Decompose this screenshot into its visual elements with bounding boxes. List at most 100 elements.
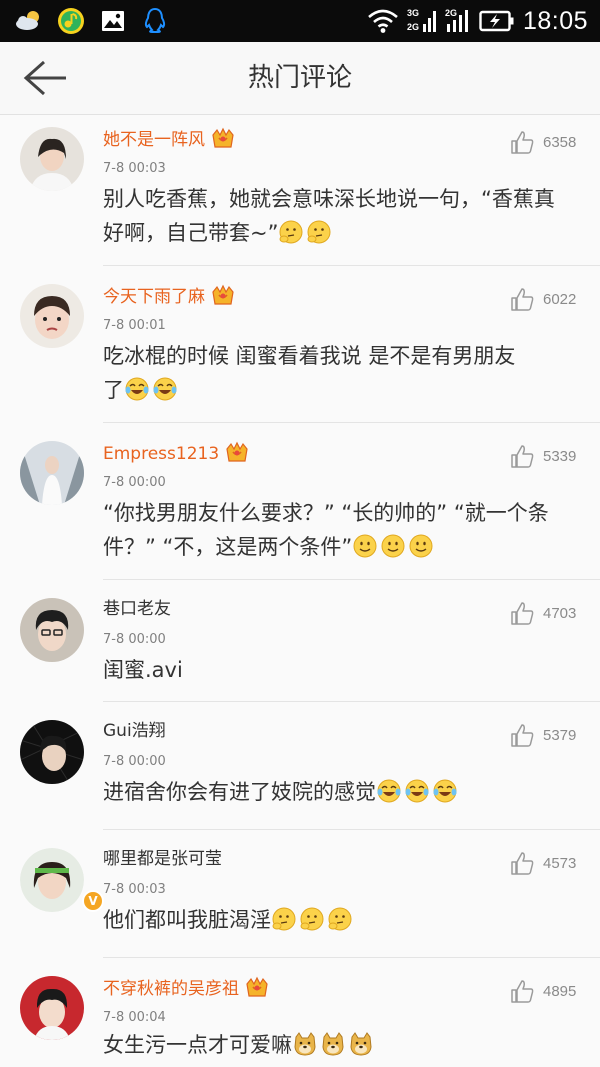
comment-text-line2-wrap: 好啊，自己带套~” xyxy=(103,216,573,250)
signal-2g-icon: 2G xyxy=(445,8,468,32)
laugh-cry-emoji-icon xyxy=(377,779,401,803)
smile-emoji-icon xyxy=(353,534,377,558)
vip-crown-icon xyxy=(212,127,234,148)
status-bar: 3G 2G 2G 18:05 xyxy=(0,0,600,42)
thumbs-up-icon xyxy=(511,602,534,625)
gallery-icon xyxy=(102,11,124,31)
thumbs-up-icon xyxy=(511,445,534,468)
username-text: Gui浩翔 xyxy=(103,721,166,741)
vip-crown-icon xyxy=(212,284,234,305)
comment-text-line1: 女生污一点才可爱嘛 xyxy=(103,1033,292,1057)
thumbs-up-icon xyxy=(511,288,534,311)
username[interactable]: 今天下雨了麻 xyxy=(103,284,235,308)
username[interactable]: 她不是一阵风 xyxy=(103,127,235,151)
laugh-cry-emoji-icon xyxy=(125,377,149,401)
music-app-icon xyxy=(58,8,84,34)
vip-crown-icon xyxy=(246,976,268,997)
comment-item: 今天下雨了麻 7-8 00:01 6022 吃冰棍的时候 闺蜜看着我说 是不是有… xyxy=(20,266,600,423)
thumbs-up-icon xyxy=(511,724,534,747)
wifi-icon xyxy=(368,9,398,33)
comment-text: 女生污一点才可爱嘛 xyxy=(103,1028,573,1062)
like-count: 5379 xyxy=(543,727,577,744)
like-count: 4895 xyxy=(543,983,577,1000)
thinking-emoji-icon xyxy=(307,220,331,244)
username-text: 她不是一阵风 xyxy=(103,130,205,150)
thumbs-up-icon xyxy=(511,852,534,875)
username-text: 今天下雨了麻 xyxy=(103,287,205,307)
like-count: 6358 xyxy=(543,134,577,151)
thumbs-up-icon xyxy=(511,980,534,1003)
smile-emoji-icon xyxy=(409,534,433,558)
comment-text-line1-wrap: 女生污一点才可爱嘛 xyxy=(103,1028,573,1062)
avatar[interactable] xyxy=(20,976,84,1040)
like-count: 4573 xyxy=(543,855,577,872)
comment-item: 她不是一阵风 7-8 00:03 6358 别人吃香蕉，她就会意味深长地说一句，… xyxy=(20,116,600,266)
comment-text: “你找男朋友什么要求？” “长的帅的” “就一个条 件？” “不，这是两个条件” xyxy=(103,496,573,564)
username[interactable]: Empress1213 xyxy=(103,441,249,465)
system-indicators: 3G 2G 2G 18:05 xyxy=(367,4,588,38)
comment-item: Gui浩翔 7-8 00:00 5379 进宿舍你会有进了妓院的感觉 xyxy=(20,702,600,830)
like-button[interactable]: 5379 xyxy=(510,723,582,749)
comment-text-line1: 他们都叫我脏渴淫 xyxy=(103,908,271,932)
comment-list: 她不是一阵风 7-8 00:03 6358 别人吃香蕉，她就会意味深长地说一句，… xyxy=(0,116,600,1058)
like-button[interactable]: 4703 xyxy=(510,601,582,627)
comment-text-line2-wrap: 件？” “不，这是两个条件” xyxy=(103,530,573,564)
username[interactable]: 巷口老友 xyxy=(103,598,171,620)
comment-text: 进宿舍你会有进了妓院的感觉 xyxy=(103,775,573,809)
comment-text-line2-wrap: 了 xyxy=(103,373,573,407)
laugh-cry-emoji-icon xyxy=(433,779,457,803)
verified-badge-icon: V xyxy=(82,890,104,912)
avatar[interactable] xyxy=(20,598,84,662)
avatar[interactable] xyxy=(20,720,84,784)
comment-text-line2: 了 xyxy=(103,378,124,402)
like-button[interactable]: 4573 xyxy=(510,851,582,877)
like-count: 5339 xyxy=(543,448,577,465)
like-count: 4703 xyxy=(543,605,577,622)
title-bar: 热门评论 xyxy=(0,42,600,115)
username[interactable]: Gui浩翔 xyxy=(103,720,166,742)
comment-time: 7-8 00:03 xyxy=(103,161,166,176)
like-button[interactable]: 6022 xyxy=(510,287,582,313)
signal-3g-icon: 3G 2G xyxy=(407,8,436,32)
username-text: Empress1213 xyxy=(103,444,220,464)
comment-text-line2: 好啊，自己带套~” xyxy=(103,221,279,245)
battery-charging-icon xyxy=(479,10,514,32)
comment-time: 7-8 00:00 xyxy=(103,632,166,647)
net-type-bottom: 2G xyxy=(407,22,419,32)
comment-item: 巷口老友 7-8 00:00 4703 闺蜜.avi xyxy=(20,580,600,702)
like-button[interactable]: 6358 xyxy=(510,130,582,156)
qq-icon xyxy=(144,7,166,33)
like-button[interactable]: 4895 xyxy=(510,979,582,1005)
comment-text-line1-wrap: 他们都叫我脏渴淫 xyxy=(103,903,573,937)
username[interactable]: 不穿秋裤的吴彦祖 xyxy=(103,976,269,1000)
laugh-cry-emoji-icon xyxy=(405,779,429,803)
clock: 18:05 xyxy=(522,6,588,35)
comment-text: 他们都叫我脏渴淫 xyxy=(103,903,573,937)
comment-time: 7-8 00:03 xyxy=(103,882,166,897)
thinking-emoji-icon xyxy=(272,907,296,931)
username-text: 哪里都是张可莹 xyxy=(103,849,222,869)
comment-text-line1: 闺蜜.avi xyxy=(103,658,183,682)
thinking-emoji-icon xyxy=(328,907,352,931)
comment-time: 7-8 00:00 xyxy=(103,754,166,769)
username[interactable]: 哪里都是张可莹 xyxy=(103,848,222,870)
like-count: 6022 xyxy=(543,291,577,308)
avatar[interactable]: V xyxy=(20,848,104,912)
username-text: 巷口老友 xyxy=(103,599,171,619)
avatar[interactable] xyxy=(20,127,84,191)
comment-text: 别人吃香蕉，她就会意味深长地说一句，“香蕉真 好啊，自己带套~” xyxy=(103,182,573,250)
doge-emoji-icon xyxy=(322,1032,344,1056)
doge-emoji-icon xyxy=(350,1032,372,1056)
comment-text-line1: 进宿舍你会有进了妓院的感觉 xyxy=(103,780,376,804)
comment-item: 不穿秋裤的吴彦祖 7-8 00:04 4895 女生污一点才可爱嘛 xyxy=(20,958,600,1058)
avatar[interactable] xyxy=(20,441,84,505)
net2-type: 2G xyxy=(445,8,457,18)
thumbs-up-icon xyxy=(511,131,534,154)
thinking-emoji-icon xyxy=(279,220,303,244)
comment-text: 吃冰棍的时候 闺蜜看着我说 是不是有男朋友 了 xyxy=(103,339,573,407)
comment-text-line1: 吃冰棍的时候 闺蜜看着我说 是不是有男朋友 xyxy=(103,344,516,368)
comment-time: 7-8 00:04 xyxy=(103,1010,166,1025)
comment-text-line1-wrap: 进宿舍你会有进了妓院的感觉 xyxy=(103,775,573,809)
like-button[interactable]: 5339 xyxy=(510,444,582,470)
avatar[interactable] xyxy=(20,284,84,348)
